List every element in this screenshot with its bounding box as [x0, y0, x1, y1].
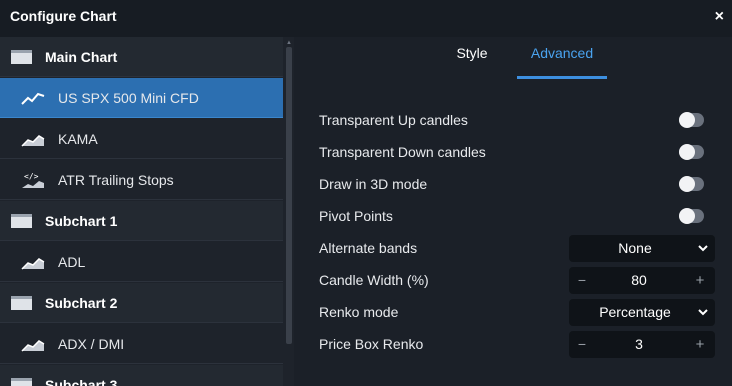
candle-width-value[interactable]: 80 — [599, 272, 679, 288]
tree-item-adl[interactable]: ADL — [0, 242, 283, 282]
panel-icon — [11, 213, 32, 228]
tree-item-label: Subchart 2 — [45, 294, 118, 311]
area-series-icon — [21, 134, 45, 147]
tab-style[interactable]: Style — [442, 37, 502, 79]
tree-item-label: ADX / DMI — [58, 335, 125, 352]
chevron-down-icon — [698, 245, 708, 252]
price-box-renko-value[interactable]: 3 — [599, 336, 679, 352]
close-icon[interactable]: × — [715, 8, 724, 26]
toggle-knob — [679, 176, 695, 192]
tree-header-subchart-3[interactable]: Subchart 3 — [0, 365, 283, 386]
tree-item-label: Subchart 1 — [45, 212, 118, 229]
tree-item-label: US SPX 500 Mini CFD — [58, 89, 199, 106]
tab-advanced[interactable]: Advanced — [517, 37, 607, 79]
tree-header-main-chart[interactable]: Main Chart — [0, 37, 283, 77]
panel-icon — [11, 49, 32, 64]
script-indicator-icon: </> — [22, 172, 44, 188]
area-series-icon — [21, 339, 45, 352]
transparent-down-candles-toggle[interactable] — [679, 144, 704, 160]
toggle-knob — [679, 208, 695, 224]
renko-mode-label: Renko mode — [319, 304, 399, 320]
alternate-bands-label: Alternate bands — [319, 240, 418, 256]
scroll-up-arrow-icon[interactable]: ▲ — [286, 40, 292, 46]
toggle-knob — [679, 144, 695, 160]
increment-icon[interactable]: + — [691, 331, 709, 358]
tree-item-kama[interactable]: KAMA — [0, 119, 283, 159]
tree-header-subchart-1[interactable]: Subchart 1 — [0, 201, 283, 241]
active-tab-indicator — [517, 76, 607, 79]
decrement-icon[interactable]: − — [573, 331, 591, 358]
tree-item-adx-dmi[interactable]: ADX / DMI — [0, 324, 283, 364]
alternate-bands-select[interactable]: None — [569, 235, 715, 262]
svg-text:</>: </> — [24, 172, 39, 181]
tree-item-label: ATR Trailing Stops — [58, 171, 174, 188]
line-series-icon — [21, 92, 45, 105]
tree-item-label: Main Chart — [45, 48, 118, 65]
candle-width-label: Candle Width (%) — [319, 272, 429, 288]
chart-tree-panel: Main Chart US SPX 500 Mini CFD KAMA </> … — [0, 37, 294, 386]
transparent-up-candles-label: Transparent Up candles — [319, 112, 468, 128]
candle-width-stepper[interactable]: − 80 + — [569, 267, 715, 294]
tree-header-subchart-2[interactable]: Subchart 2 — [0, 283, 283, 323]
alternate-bands-value: None — [618, 240, 652, 256]
draw-3d-mode-toggle[interactable] — [679, 176, 704, 192]
chevron-down-icon — [698, 309, 708, 316]
decrement-icon[interactable]: − — [573, 267, 591, 294]
tree-item-label: Subchart 3 — [45, 376, 118, 386]
pivot-points-toggle[interactable] — [679, 208, 704, 224]
price-box-renko-stepper[interactable]: − 3 + — [569, 331, 715, 358]
renko-mode-value: Percentage — [599, 304, 671, 320]
transparent-down-candles-label: Transparent Down candles — [319, 144, 486, 160]
price-box-renko-label: Price Box Renko — [319, 336, 424, 352]
tree-item-us-spx-500-mini-cfd[interactable]: US SPX 500 Mini CFD — [0, 78, 283, 118]
area-series-icon — [21, 257, 45, 270]
pivot-points-label: Pivot Points — [319, 208, 393, 224]
renko-mode-select[interactable]: Percentage — [569, 299, 715, 326]
tree-item-label: KAMA — [58, 130, 98, 147]
dialog-title: Configure Chart — [10, 8, 117, 24]
increment-icon[interactable]: + — [691, 267, 709, 294]
transparent-up-candles-toggle[interactable] — [679, 112, 704, 128]
title-bar: Configure Chart × — [0, 0, 732, 37]
tree-scrollbar[interactable] — [286, 47, 292, 344]
settings-tabs: Style Advanced — [418, 37, 628, 79]
draw-3d-mode-label: Draw in 3D mode — [319, 176, 428, 192]
tree-item-label: ADL — [58, 253, 86, 270]
panel-icon — [11, 377, 32, 386]
toggle-knob — [679, 112, 695, 128]
tree-item-atr-trailing-stops[interactable]: </> ATR Trailing Stops — [0, 160, 283, 200]
tab-advanced-label: Advanced — [530, 45, 594, 61]
panel-icon — [11, 295, 32, 310]
